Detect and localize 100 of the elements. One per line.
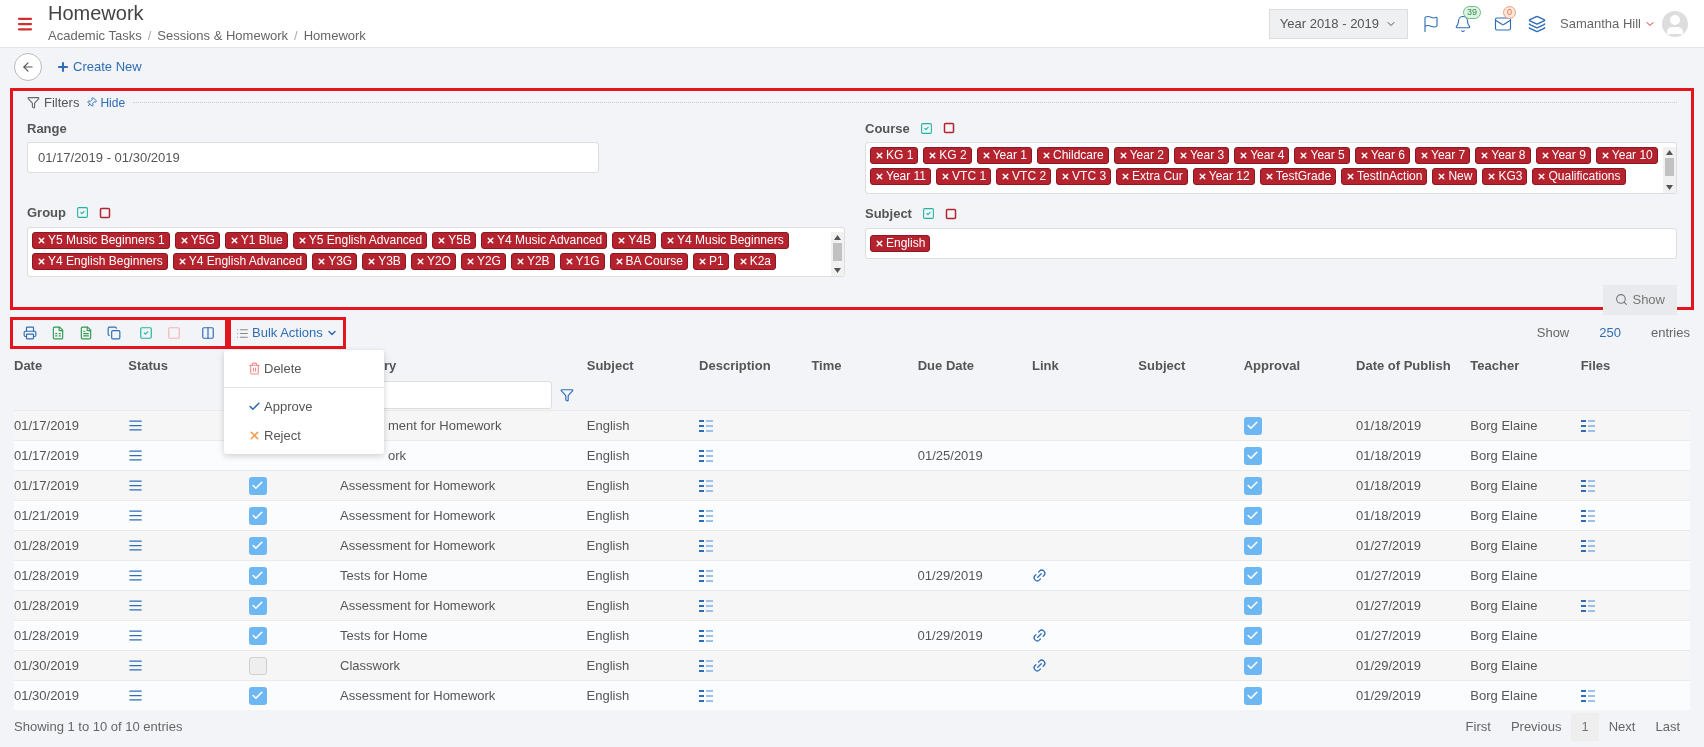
show-button[interactable]: Show (1603, 284, 1677, 315)
flag-icon[interactable] (1422, 14, 1441, 33)
checkbox[interactable] (1243, 446, 1262, 465)
checkbox[interactable] (248, 686, 267, 705)
menu-item[interactable]: Approve (224, 392, 384, 421)
user-menu[interactable]: Samantha Hill (1560, 13, 1656, 34)
tag[interactable]: Y1 Blue (224, 231, 288, 249)
menu-item[interactable]: Reject (224, 421, 384, 450)
tag[interactable]: Y4 English Advanced (172, 252, 308, 270)
group-select[interactable]: Y5 Music Beginners 1 Y5G Y1 Blue Y5 English Advanced Y5B Y4 Music Advanced Y4B Y4 Music Beginners Y4 English Beginners Y4 English Advanced Y3G Y3B Y2O Y2G Y2B Y1G BA Course P1 K2a (27, 226, 845, 277)
status-icon[interactable] (128, 478, 144, 493)
list-icon[interactable] (698, 539, 713, 552)
scroll-up-icon[interactable] (1666, 150, 1673, 155)
tag[interactable]: Year 9 (1535, 147, 1591, 164)
status-icon[interactable] (128, 568, 144, 583)
tag[interactable]: Year 10 (1595, 147, 1658, 164)
tag[interactable]: Year 7 (1415, 147, 1471, 164)
subject-select[interactable]: English (865, 227, 1677, 259)
tag[interactable]: Year 6 (1354, 147, 1410, 164)
breadcrumb-link[interactable]: Sessions & Homework (157, 25, 289, 46)
list-icon[interactable] (699, 419, 714, 432)
remove-icon[interactable] (1299, 151, 1309, 160)
checkbox[interactable] (1243, 686, 1262, 705)
breadcrumb-link[interactable]: Academic Tasks (48, 25, 142, 46)
tag[interactable]: KG 2 (923, 147, 972, 164)
list-icon[interactable] (698, 689, 713, 702)
page-size-select[interactable]: 250 (1599, 323, 1621, 343)
remove-icon[interactable] (1437, 172, 1447, 181)
remove-icon[interactable] (515, 256, 525, 266)
remove-icon[interactable] (564, 256, 574, 266)
remove-icon[interactable] (1346, 172, 1356, 181)
remove-icon[interactable] (1600, 151, 1610, 160)
status-icon[interactable] (128, 418, 144, 433)
tag[interactable]: TestGrade (1259, 168, 1337, 185)
date-range-field[interactable]: 01/17/2019 - 01/30/2019 (27, 142, 599, 173)
column-header[interactable]: Description (699, 358, 771, 374)
pagination-button[interactable]: Previous (1500, 713, 1572, 741)
tag[interactable]: Y2O (410, 252, 456, 270)
tag[interactable]: Year 8 (1475, 147, 1531, 164)
tag[interactable]: Y2G (460, 252, 506, 270)
status-icon[interactable] (128, 448, 144, 463)
remove-icon[interactable] (1359, 151, 1369, 160)
checkbox[interactable] (1243, 626, 1262, 645)
remove-icon[interactable] (37, 235, 46, 245)
column-header[interactable]: Files (1580, 358, 1611, 374)
column-header[interactable]: Time (811, 358, 842, 374)
remove-icon[interactable] (1197, 172, 1207, 181)
column-header[interactable]: Link (1032, 358, 1059, 374)
scroll-up-icon[interactable] (834, 234, 841, 240)
spreadsheet-icon[interactable] (51, 326, 65, 340)
tag[interactable]: Year 12 (1192, 168, 1255, 185)
remove-icon[interactable] (179, 235, 189, 245)
status-icon[interactable] (128, 628, 144, 643)
status-icon[interactable] (128, 538, 144, 553)
remove-icon[interactable] (1061, 172, 1071, 181)
checkbox[interactable] (248, 656, 267, 675)
print-icon[interactable] (23, 326, 37, 340)
deselect-all-icon[interactable] (942, 122, 955, 135)
list-icon[interactable] (1580, 599, 1595, 612)
tag[interactable]: BA Course (609, 252, 688, 270)
tag[interactable]: K2a (733, 252, 777, 270)
remove-icon[interactable] (1537, 172, 1547, 181)
tag[interactable]: Year 3 (1173, 147, 1230, 164)
column-header[interactable]: Subject (586, 358, 634, 374)
checkbox[interactable] (248, 626, 267, 645)
checkbox[interactable] (248, 566, 267, 585)
pagination-button[interactable]: Last (1645, 713, 1690, 741)
list-icon[interactable] (1580, 539, 1595, 552)
scrollbar[interactable] (1663, 147, 1676, 193)
breadcrumb-link[interactable]: Homework (303, 25, 366, 46)
pagination-button[interactable]: Next (1598, 713, 1646, 741)
remove-icon[interactable] (1420, 151, 1429, 160)
deselect-all-icon[interactable] (99, 206, 111, 219)
tag[interactable]: Childcare (1037, 147, 1109, 164)
list-icon[interactable] (1580, 509, 1595, 522)
scroll-down-icon[interactable] (1666, 185, 1673, 190)
remove-icon[interactable] (1487, 172, 1497, 181)
remove-icon[interactable] (317, 256, 327, 266)
tag[interactable]: KG3 (1482, 168, 1528, 185)
column-header[interactable]: Subject (1138, 358, 1186, 374)
remove-icon[interactable] (698, 256, 707, 266)
tag[interactable]: Year 11 (870, 168, 932, 185)
remove-icon[interactable] (1001, 172, 1011, 181)
list-icon[interactable] (698, 659, 713, 672)
remove-icon[interactable] (297, 235, 307, 245)
checkbox[interactable] (1243, 566, 1262, 585)
remove-icon[interactable] (1118, 151, 1128, 160)
remove-icon[interactable] (465, 256, 475, 266)
scrollbar[interactable] (831, 231, 844, 276)
tag[interactable]: English (870, 234, 931, 252)
checkbox[interactable] (1243, 506, 1262, 525)
remove-icon[interactable] (485, 235, 495, 245)
checkbox[interactable] (1243, 596, 1262, 615)
tag[interactable]: Y5B (432, 231, 476, 249)
checkbox[interactable] (248, 536, 267, 555)
remove-icon[interactable] (666, 235, 675, 245)
tag[interactable]: VTC 2 (996, 168, 1052, 185)
remove-icon[interactable] (229, 235, 239, 245)
status-icon[interactable] (128, 598, 144, 613)
remove-icon[interactable] (928, 151, 938, 160)
